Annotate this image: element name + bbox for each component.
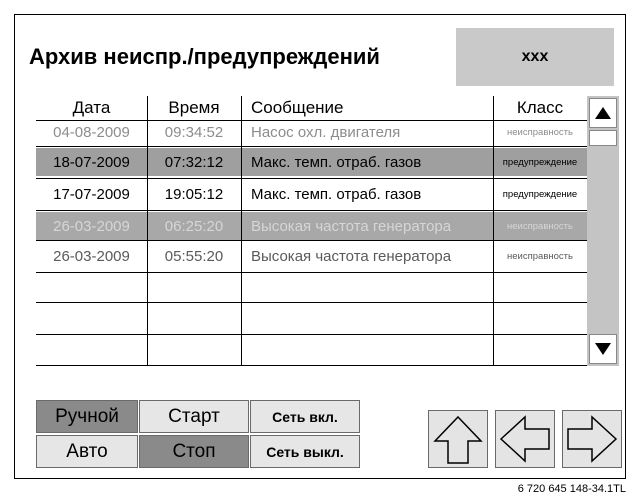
stop-button[interactable]: Стоп <box>139 435 249 468</box>
row-message: Высокая частота генератора <box>251 217 452 235</box>
grid-line <box>36 365 587 366</box>
arrow-right-icon <box>567 415 618 463</box>
grid-line <box>36 240 587 241</box>
grid-line <box>493 96 494 366</box>
row-time: 06:25:20 <box>164 217 224 235</box>
row-class: неисправность <box>507 250 573 262</box>
mains-on-button[interactable]: Сеть вкл. <box>250 400 360 433</box>
alarm-archive-table: Дата Время Сообщение Класс 04-08-2009 09… <box>36 96 587 366</box>
start-button[interactable]: Старт <box>139 400 249 433</box>
triangle-down-icon <box>595 343 611 355</box>
column-header-message: Сообщение <box>251 98 344 117</box>
grid-line <box>36 120 587 121</box>
status-code-box: xxx <box>456 28 614 86</box>
page-title: Архив неиспр./предупреждений <box>29 44 380 69</box>
grid-line <box>36 272 587 273</box>
table-row[interactable]: 04-08-2009 09:34:52 Насос охл. двигателя… <box>36 120 587 144</box>
row-time: 07:32:12 <box>164 153 224 171</box>
arrow-up-icon <box>433 415 483 464</box>
row-date: 26-03-2009 <box>53 217 130 235</box>
table-row[interactable]: 26-03-2009 06:25:20 Высокая частота гене… <box>36 212 587 240</box>
figure-reference: 6 720 645 148-34.1TL <box>517 483 626 495</box>
grid-line <box>241 96 242 366</box>
grid-line <box>36 146 587 147</box>
table-row[interactable]: 18-07-2009 07:32:12 Макс. темп. отраб. г… <box>36 148 587 176</box>
row-class: неисправность <box>507 220 573 232</box>
triangle-up-icon <box>595 107 611 119</box>
row-message: Макс. темп. отраб. газов <box>251 185 422 203</box>
nav-up-button[interactable] <box>428 410 488 468</box>
row-message: Высокая частота генератора <box>251 247 452 265</box>
scroll-down-button[interactable] <box>589 334 617 364</box>
column-header-class: Класс <box>516 98 564 117</box>
row-class: неисправность <box>507 126 573 138</box>
scroll-up-button[interactable] <box>589 98 617 128</box>
nav-left-button[interactable] <box>495 410 555 468</box>
row-date: 18-07-2009 <box>53 153 130 171</box>
grid-line <box>147 96 148 366</box>
row-message: Макс. темп. отраб. газов <box>251 153 422 171</box>
row-date: 04-08-2009 <box>53 123 130 141</box>
row-time: 19:05:12 <box>164 185 224 203</box>
divider <box>15 378 625 379</box>
row-class: предупреждение <box>502 188 578 200</box>
arrow-left-icon <box>499 415 550 463</box>
row-time: 05:55:20 <box>164 247 224 265</box>
nav-right-button[interactable] <box>562 410 622 468</box>
row-date: 26-03-2009 <box>53 247 130 265</box>
grid-line <box>36 334 587 335</box>
grid-line <box>36 210 587 211</box>
grid-line <box>36 302 587 303</box>
table-row[interactable]: 26-03-2009 05:55:20 Высокая частота гене… <box>36 242 587 270</box>
manual-mode-button[interactable]: Ручной <box>36 400 138 433</box>
scroll-thumb[interactable] <box>589 130 617 146</box>
table-row[interactable]: 17-07-2009 19:05:12 Макс. темп. отраб. г… <box>36 180 587 208</box>
grid-line <box>36 178 587 179</box>
table-scrollbar[interactable] <box>587 96 619 366</box>
row-message: Насос охл. двигателя <box>251 123 401 141</box>
auto-mode-button[interactable]: Авто <box>36 435 138 468</box>
mains-off-button[interactable]: Сеть выкл. <box>250 435 360 468</box>
row-time: 09:34:52 <box>164 123 224 141</box>
row-class: предупреждение <box>502 156 578 168</box>
table-header-row: Дата Время Сообщение Класс <box>36 96 587 120</box>
row-date: 17-07-2009 <box>53 185 130 203</box>
column-header-time: Время <box>168 98 220 117</box>
column-header-date: Дата <box>72 98 111 117</box>
